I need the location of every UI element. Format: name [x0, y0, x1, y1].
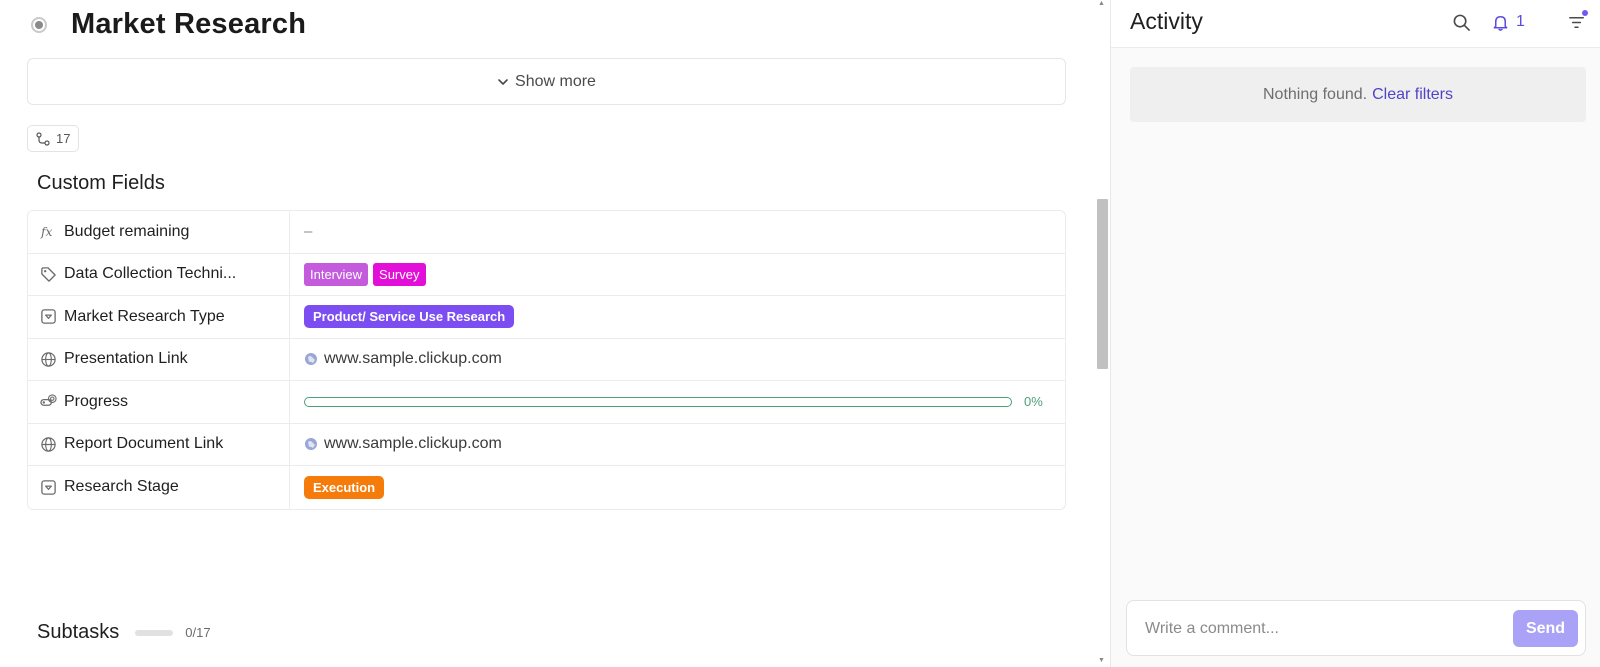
custom-field-value[interactable]: – [290, 211, 1065, 253]
globe-icon [39, 435, 57, 453]
comment-composer: Send [1126, 600, 1586, 656]
activity-filter-button[interactable] [1567, 10, 1588, 33]
task-detail-window: Market Research Show more 17 Custom Fiel… [0, 0, 1600, 667]
custom-field-value: www.sample.clickup.com [290, 424, 1065, 466]
tag-interview[interactable]: Interview [304, 262, 369, 286]
notifications-count: 1 [1516, 13, 1525, 30]
formula-icon: fx [39, 223, 57, 241]
show-more-button[interactable]: Show more [27, 58, 1066, 105]
chevron-down-icon [498, 78, 508, 85]
progress-percent: 0% [1024, 394, 1043, 410]
custom-field-row-budget-remaining: fx Budget remaining – [28, 211, 1065, 254]
custom-field-row-market-research-type: Market Research Type Product/ Service Us… [28, 296, 1065, 339]
custom-field-value[interactable]: Product/ Service Use Research [290, 296, 1065, 338]
custom-field-label[interactable]: Research Stage [28, 466, 290, 509]
tag-survey[interactable]: Survey [373, 262, 426, 286]
tag-icon [39, 265, 57, 283]
svg-text:fx: fx [40, 225, 52, 239]
task-title[interactable]: Market Research [71, 8, 306, 41]
relationships-badge[interactable]: 17 [27, 125, 80, 152]
custom-fields-table: fx Budget remaining – Data Collection Te… [27, 210, 1066, 510]
scroll-down-icon[interactable]: ▼ [1098, 657, 1105, 664]
website-favicon-icon [305, 353, 317, 366]
task-status-icon[interactable] [31, 17, 47, 33]
custom-field-row-data-collection: Data Collection Techni... Interview Surv… [28, 253, 1065, 296]
subtasks-header: Subtasks 0/17 [37, 621, 211, 644]
report-document-link[interactable]: www.sample.clickup.com [304, 435, 502, 453]
activity-title: Activity [1130, 8, 1203, 34]
comment-input[interactable] [1145, 617, 1485, 641]
progress-bar [304, 396, 1012, 407]
subtasks-count: 0/17 [185, 625, 211, 640]
custom-field-row-report-document-link: Report Document Link www.sample.clickup.… [28, 423, 1065, 466]
custom-field-value[interactable]: Execution [290, 466, 1065, 509]
dropdown-option-pill[interactable]: Product/ Service Use Research [304, 305, 515, 329]
relationship-icon [36, 131, 50, 146]
filter-active-dot [1582, 10, 1588, 16]
subtasks-title: Subtasks [37, 621, 120, 643]
task-pane: Market Research Show more 17 Custom Fiel… [0, 0, 1094, 667]
notifications-button[interactable]: 1 [1491, 11, 1525, 33]
dropdown-option-pill[interactable]: Execution [304, 475, 385, 499]
empty-state-text: Nothing found. [1263, 85, 1368, 103]
custom-field-label[interactable]: Market Research Type [28, 296, 290, 338]
website-favicon-icon [305, 438, 317, 451]
custom-field-label[interactable]: Data Collection Techni... [28, 253, 290, 295]
clear-filters-link[interactable]: Clear filters [1372, 86, 1453, 104]
activity-empty-state: Nothing found. Clear filters [1130, 67, 1586, 122]
subtasks-progress-bar [135, 629, 174, 636]
relationships-count: 17 [56, 131, 71, 146]
globe-icon [39, 350, 57, 368]
custom-field-label[interactable]: Presentation Link [28, 338, 290, 380]
activity-pane: Activity 1 Nothing found. Clear filters … [1110, 0, 1600, 667]
scroll-up-icon[interactable]: ▲ [1098, 0, 1105, 7]
custom-field-value[interactable]: Interview Survey [290, 254, 1065, 296]
custom-fields-heading: Custom Fields [37, 172, 165, 194]
task-pane-scrollbar[interactable]: ▲ ▼ [1094, 0, 1110, 667]
custom-field-value[interactable]: 0% [290, 381, 1065, 423]
custom-field-label[interactable]: fx Budget remaining [28, 211, 290, 253]
bell-icon [1493, 15, 1508, 31]
custom-field-row-presentation-link: Presentation Link www.sample.clickup.com [28, 338, 1065, 381]
activity-search-button[interactable] [1452, 11, 1471, 33]
dropdown-icon [39, 478, 57, 496]
empty-value: – [304, 223, 313, 241]
send-comment-button[interactable]: Send [1513, 610, 1578, 647]
search-icon [1453, 14, 1470, 31]
custom-field-label[interactable]: Report Document Link [28, 423, 290, 465]
custom-field-row-research-stage: Research Stage Execution [28, 466, 1065, 509]
custom-field-value: www.sample.clickup.com [290, 339, 1065, 381]
dropdown-icon [39, 308, 57, 326]
custom-field-row-progress: Progress 0% [28, 381, 1065, 424]
activity-header: Activity 1 [1111, 0, 1600, 48]
scrollbar-thumb[interactable] [1097, 199, 1108, 369]
show-more-label: Show more [515, 72, 596, 90]
presentation-link[interactable]: www.sample.clickup.com [304, 350, 502, 368]
progress-icon [39, 393, 57, 411]
custom-field-label[interactable]: Progress [28, 381, 290, 423]
